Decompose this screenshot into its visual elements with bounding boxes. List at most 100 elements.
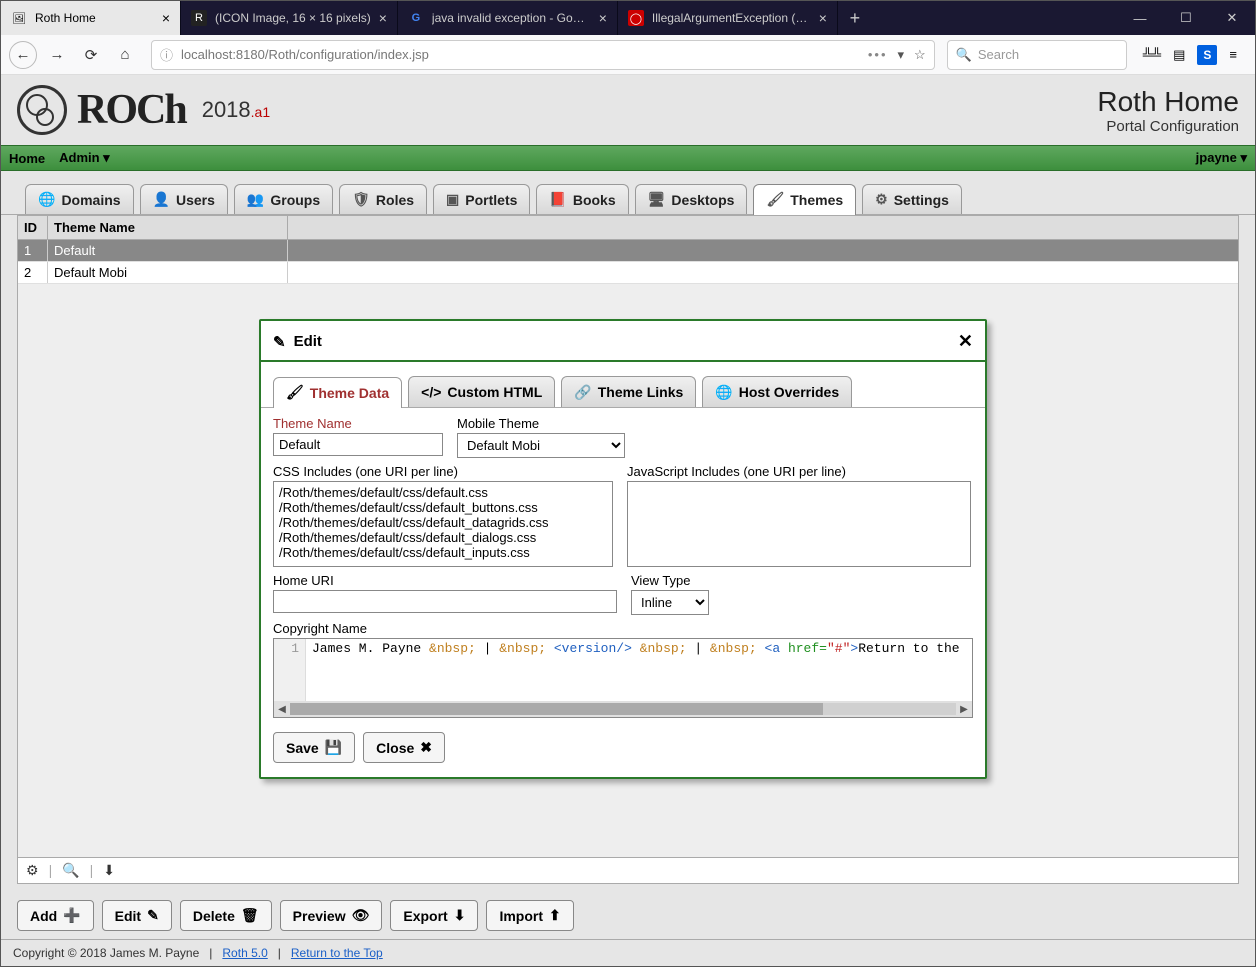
- tab-portlets[interactable]: ▣Portlets: [433, 184, 530, 214]
- url-bar[interactable]: ⓘ localhost:8180/Roth/configuration/inde…: [151, 40, 935, 70]
- info-icon: ⓘ: [160, 45, 173, 64]
- add-button[interactable]: Add➕: [17, 900, 94, 931]
- save-icon: 💾: [325, 739, 342, 756]
- maximize-button[interactable]: ☐: [1163, 1, 1209, 35]
- close-icon: ✖: [420, 739, 432, 756]
- tab-groups[interactable]: 👥Groups: [234, 184, 333, 214]
- user-icon: 👤: [153, 191, 170, 208]
- desktop-icon: 🖥: [648, 191, 666, 208]
- css-includes-textarea[interactable]: /Roth/themes/default/css/default.css /Ro…: [273, 481, 613, 567]
- tab-close-icon[interactable]: ×: [162, 10, 170, 26]
- table-row[interactable]: 2 Default Mobi: [18, 262, 1238, 284]
- profile-badge[interactable]: S: [1197, 45, 1217, 65]
- delete-button[interactable]: Delete🗑: [180, 900, 272, 931]
- copyright-code-editor[interactable]: 1 James M. Payne &nbsp; | &nbsp; <versio…: [273, 638, 973, 718]
- col-name[interactable]: Theme Name: [48, 216, 288, 239]
- browser-tab-3[interactable]: ◯ IllegalArgumentException (Jav… ×: [618, 1, 838, 35]
- footer: Copyright © 2018 James M. Payne | Roth 5…: [1, 939, 1255, 966]
- search-bar[interactable]: 🔍 Search: [947, 40, 1127, 70]
- view-type-select[interactable]: Inline: [631, 590, 709, 615]
- page-title: Roth Home: [1097, 86, 1239, 118]
- tab-close-icon[interactable]: ×: [379, 10, 387, 26]
- browser-tabs: 🖼 Roth Home × R (ICON Image, 16 × 16 pix…: [1, 1, 1117, 35]
- library-icon[interactable]: ╩╩: [1143, 47, 1161, 62]
- tab-custom-html[interactable]: </>Custom HTML: [408, 376, 555, 407]
- tab-themes[interactable]: 🖌Themes: [753, 184, 856, 215]
- browser-tab-2[interactable]: G java invalid exception - Google ×: [398, 1, 618, 35]
- new-tab-button[interactable]: +: [838, 1, 872, 35]
- admin-tabs: 🌐Domains 👤Users 👥Groups 🛡Roles ▣Portlets…: [1, 171, 1255, 215]
- browser-toolbar: ← → ⟳ ⌂ ⓘ localhost:8180/Roth/configurat…: [1, 35, 1255, 75]
- menubar: Home Admin ▾ jpayne ▾: [1, 145, 1255, 171]
- import-button[interactable]: Import⬆: [486, 900, 573, 931]
- trash-icon: 🗑: [241, 907, 259, 924]
- download-icon: ⬇: [454, 907, 466, 924]
- home-uri-input[interactable]: [273, 590, 617, 613]
- tab-users[interactable]: 👤Users: [140, 184, 228, 214]
- close-window-button[interactable]: ✕: [1209, 1, 1255, 35]
- forward-button[interactable]: →: [43, 41, 71, 69]
- edit-dialog: ✎ Edit ✕ 🖌Theme Data </>Custom HTML 🔗The…: [259, 319, 987, 779]
- back-button[interactable]: ←: [9, 41, 37, 69]
- toolbar-right-icons: ╩╩ ▤ S ≡: [1133, 45, 1247, 65]
- dialog-close-button[interactable]: ✕: [958, 331, 973, 352]
- globe-icon: 🌐: [38, 191, 55, 208]
- reload-button[interactable]: ⟳: [77, 41, 105, 69]
- tab-close-icon[interactable]: ×: [599, 10, 607, 26]
- minimize-button[interactable]: —: [1117, 1, 1163, 35]
- link-icon: 🔗: [574, 384, 591, 401]
- browser-titlebar: 🖼 Roth Home × R (ICON Image, 16 × 16 pix…: [1, 1, 1255, 35]
- app-logo: ROCh 2018.a1: [17, 85, 270, 135]
- reader-icon[interactable]: ▾: [898, 47, 905, 63]
- dialog-body: Theme Name Mobile Theme Default Mobi CSS…: [261, 408, 985, 732]
- browser-tab-0[interactable]: 🖼 Roth Home ×: [1, 1, 181, 35]
- menu-user[interactable]: jpayne ▾: [1196, 150, 1247, 166]
- table-row[interactable]: 1 Default: [18, 240, 1238, 262]
- search-icon: 🔍: [956, 47, 972, 63]
- browser-tab-1[interactable]: R (ICON Image, 16 × 16 pixels) ×: [181, 1, 398, 35]
- tab-desktops[interactable]: 🖥Desktops: [635, 184, 748, 214]
- menu-home[interactable]: Home: [9, 151, 45, 166]
- menu-admin[interactable]: Admin ▾: [59, 150, 110, 166]
- mobile-theme-select[interactable]: Default Mobi: [457, 433, 625, 458]
- edit-button[interactable]: Edit✎: [102, 900, 172, 931]
- tab-close-icon[interactable]: ×: [819, 10, 827, 26]
- grid-header: ID Theme Name: [18, 216, 1238, 240]
- logo-gear-icon: [17, 85, 67, 135]
- col-id[interactable]: ID: [18, 216, 48, 239]
- footer-link-top[interactable]: Return to the Top: [291, 946, 383, 960]
- bookmark-icon[interactable]: ☆: [914, 47, 926, 63]
- save-button[interactable]: Save💾: [273, 732, 355, 763]
- menu-icon[interactable]: ≡: [1229, 47, 1237, 62]
- tab-books[interactable]: 📕Books: [536, 184, 628, 214]
- logo-text: ROCh: [77, 86, 186, 134]
- code-text[interactable]: James M. Payne &nbsp; | &nbsp; <version/…: [306, 639, 972, 701]
- eye-icon: 👁: [352, 907, 370, 924]
- page-actions-icon[interactable]: •••: [868, 47, 888, 62]
- home-button[interactable]: ⌂: [111, 41, 139, 69]
- search-icon[interactable]: 🔍: [62, 862, 79, 879]
- gear-icon[interactable]: ⚙: [26, 862, 39, 879]
- code-scrollbar[interactable]: ◀ ▶: [274, 701, 972, 717]
- export-button[interactable]: Export⬇: [390, 900, 478, 931]
- footer-link-roth[interactable]: Roth 5.0: [222, 946, 267, 960]
- sidebar-icon[interactable]: ▤: [1173, 47, 1185, 63]
- tab-theme-links[interactable]: 🔗Theme Links: [561, 376, 696, 407]
- pencil-icon: ✎: [147, 907, 159, 924]
- theme-name-input[interactable]: [273, 433, 443, 456]
- tab-host-overrides[interactable]: 🌐Host Overrides: [702, 376, 852, 407]
- scroll-left-icon[interactable]: ◀: [274, 704, 290, 715]
- download-icon[interactable]: ⬇: [103, 862, 115, 879]
- tab-theme-data[interactable]: 🖌Theme Data: [273, 377, 402, 408]
- scroll-right-icon[interactable]: ▶: [956, 704, 972, 715]
- preview-button[interactable]: Preview👁: [280, 900, 383, 931]
- close-button[interactable]: Close✖: [363, 732, 445, 763]
- label-home-uri: Home URI: [273, 573, 617, 588]
- js-includes-textarea[interactable]: [627, 481, 971, 567]
- cell-id: 1: [18, 240, 48, 261]
- label-copyright-name: Copyright Name: [273, 621, 973, 636]
- tab-settings[interactable]: ⚙Settings: [862, 184, 962, 214]
- tab-roles[interactable]: 🛡Roles: [339, 184, 427, 214]
- dialog-tabs: 🖌Theme Data </>Custom HTML 🔗Theme Links …: [261, 362, 985, 408]
- tab-domains[interactable]: 🌐Domains: [25, 184, 134, 214]
